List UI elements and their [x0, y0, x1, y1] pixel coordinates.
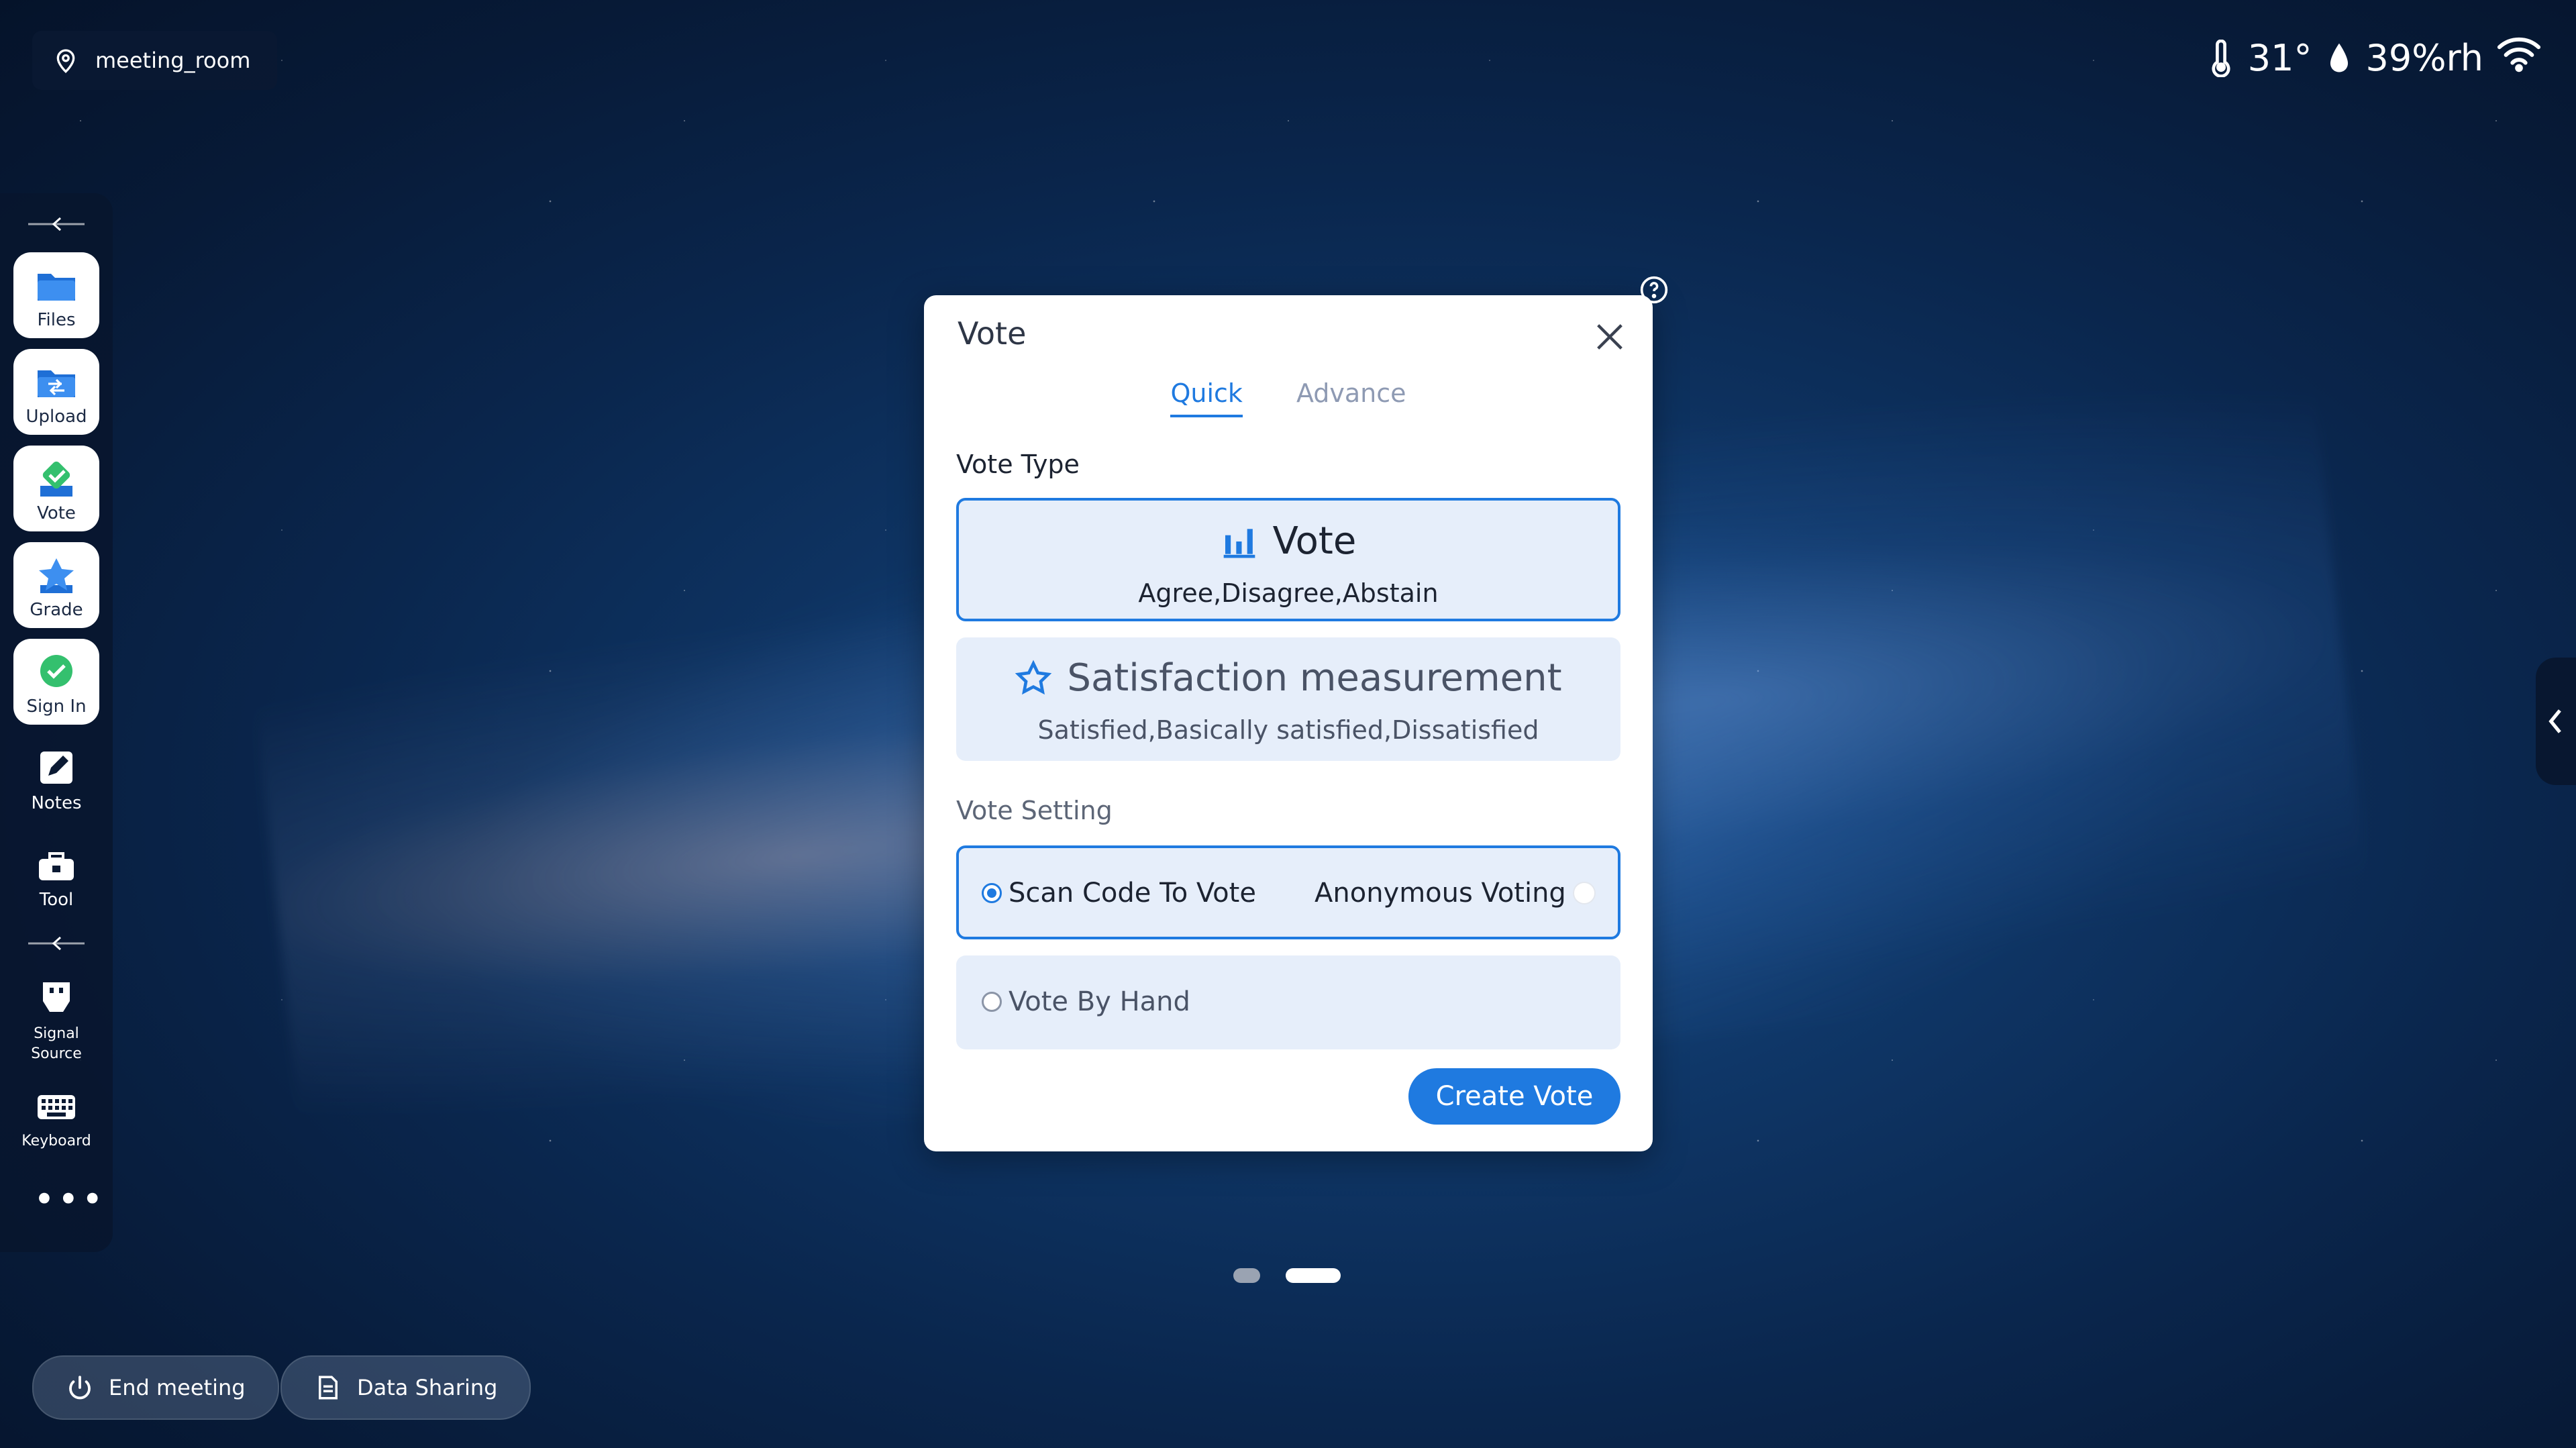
tab-advance[interactable]: Advance — [1296, 378, 1406, 417]
vote-type-label: Vote Type — [956, 450, 1080, 479]
create-vote-button[interactable]: Create Vote — [1408, 1068, 1620, 1125]
more-button[interactable]: ••• — [34, 1182, 106, 1218]
sidebar-item-label: Vote — [37, 503, 76, 523]
sidebar-item-label: Files — [37, 310, 76, 330]
left-sidebar: Files Upload Vote Grade Sign In Notes To… — [0, 193, 113, 1252]
star-icon — [39, 558, 74, 593]
wifi-status — [2495, 34, 2542, 83]
scan-code-radio[interactable] — [982, 883, 1002, 903]
thermometer-icon — [2212, 39, 2230, 77]
end-meeting-button[interactable]: End meeting — [32, 1355, 279, 1420]
vote-by-hand-radio-row[interactable]: Vote By Hand — [982, 986, 1190, 1017]
page-indicator — [1233, 1268, 1341, 1283]
anonymous-voting-label: Anonymous Voting — [1315, 878, 1566, 909]
folder-icon — [38, 274, 75, 301]
data-sharing-button[interactable]: Data Sharing — [280, 1355, 531, 1420]
hdmi-icon — [43, 982, 70, 1012]
page-dot-active[interactable] — [1286, 1268, 1341, 1283]
sidebar-collapse-top[interactable] — [24, 211, 89, 238]
sidebar-collapse-bottom[interactable] — [24, 930, 89, 957]
humidity-drop-icon — [2330, 43, 2348, 72]
scan-code-setting-card[interactable]: Scan Code To Vote Anonymous Voting — [956, 845, 1620, 939]
vote-type-satisfaction-option[interactable]: Satisfaction measurement Satisfied,Basic… — [956, 637, 1620, 761]
signal-label-line2: Source — [31, 1045, 82, 1062]
sidebar-item-label: Upload — [25, 407, 87, 427]
vote-by-hand-label: Vote By Hand — [1009, 986, 1190, 1017]
vote-mode-tabs: Quick Advance — [924, 378, 1653, 417]
sidebar-item-label: Grade — [30, 600, 83, 620]
humidity: 39%rh — [2365, 37, 2484, 79]
star-outline-icon — [1015, 659, 1052, 694]
upload-folder-icon — [38, 370, 75, 397]
vote-by-hand-radio[interactable] — [982, 992, 1002, 1012]
sidebar-item-sign-in[interactable]: Sign In — [13, 639, 99, 725]
satisfaction-option-title: Satisfaction measurement — [956, 656, 1620, 700]
sidebar-item-label: Sign In — [26, 696, 87, 717]
page-dot[interactable] — [1233, 1268, 1260, 1283]
vote-check-icon — [40, 461, 72, 497]
end-meeting-label: End meeting — [109, 1375, 246, 1400]
sidebar-item-tool[interactable]: Tool — [13, 832, 99, 918]
location-chip[interactable]: meeting_room — [32, 31, 278, 90]
sidebar-item-label: Signal Source — [31, 1024, 82, 1064]
vote-option-title-text: Vote — [1272, 519, 1357, 563]
dialog-title: Vote — [958, 315, 1027, 352]
sidebar-item-notes[interactable]: Notes — [13, 735, 99, 821]
help-icon[interactable] — [1639, 275, 1669, 305]
sidebar-item-keyboard[interactable]: Keyboard — [13, 1074, 99, 1159]
close-icon[interactable] — [1592, 319, 1627, 354]
power-icon — [69, 1376, 91, 1400]
sidebar-item-signal-source[interactable]: Signal Source — [13, 972, 99, 1072]
tab-quick[interactable]: Quick — [1170, 378, 1243, 417]
bar-chart-icon — [1223, 528, 1255, 558]
data-sharing-label: Data Sharing — [357, 1375, 498, 1400]
toolbox-icon — [39, 852, 74, 880]
right-panel-toggle[interactable] — [2536, 658, 2576, 785]
vote-dialog: Vote Quick Advance Vote Type Vote Agree,… — [924, 276, 1668, 1151]
sidebar-item-label: Tool — [39, 890, 74, 910]
satisfaction-option-title-text: Satisfaction measurement — [1067, 656, 1562, 700]
sidebar-item-grade[interactable]: Grade — [13, 542, 99, 628]
scan-code-label: Scan Code To Vote — [1009, 878, 1256, 909]
vote-option-title: Vote — [959, 519, 1618, 563]
anonymous-voting-toggle[interactable] — [1572, 882, 1596, 904]
collapse-arrow-icon — [28, 936, 85, 951]
sidebar-item-vote[interactable]: Vote — [13, 446, 99, 531]
sidebar-item-files[interactable]: Files — [13, 252, 99, 338]
satisfaction-option-subtitle: Satisfied,Basically satisfied,Dissatisfi… — [1037, 715, 1539, 745]
edit-note-icon — [40, 752, 72, 784]
signal-label-line1: Signal — [34, 1025, 79, 1042]
vote-option-subtitle: Agree,Disagree,Abstain — [1138, 578, 1439, 608]
chevron-left-icon — [2548, 709, 2561, 733]
location-name: meeting_room — [95, 48, 251, 73]
scan-code-radio-row[interactable]: Scan Code To Vote — [982, 878, 1256, 909]
sign-in-check-icon — [40, 655, 72, 687]
sidebar-item-label: Keyboard — [21, 1133, 91, 1149]
location-pin-icon — [56, 49, 75, 73]
sidebar-item-upload[interactable]: Upload — [13, 349, 99, 435]
anonymous-voting-row[interactable]: Anonymous Voting — [1315, 878, 1596, 909]
sidebar-item-label: Notes — [31, 793, 82, 813]
temperature: 31° — [2247, 37, 2312, 79]
document-icon — [319, 1376, 338, 1400]
vote-setting-label: Vote Setting — [956, 796, 1113, 825]
vote-type-vote-option[interactable]: Vote Agree,Disagree,Abstain — [956, 498, 1620, 621]
vote-by-hand-setting-card[interactable]: Vote By Hand — [956, 955, 1620, 1049]
wifi-icon — [2497, 37, 2541, 72]
keyboard-icon — [38, 1095, 75, 1119]
status-bar: 31° 39%rh — [2206, 34, 2542, 83]
collapse-arrow-icon — [28, 217, 85, 231]
